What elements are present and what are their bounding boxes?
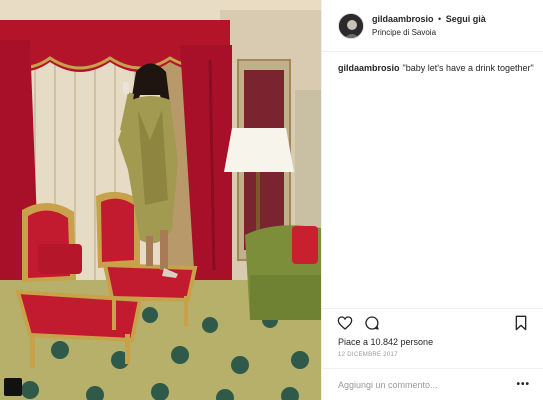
caption-username-link[interactable]: gildaambrosio bbox=[338, 63, 400, 73]
heart-icon[interactable] bbox=[337, 315, 353, 331]
comment-icon[interactable] bbox=[364, 315, 380, 331]
post-side-panel: gildaambrosio • Segui già Principe di Sa… bbox=[321, 0, 543, 400]
more-options-icon[interactable]: ••• bbox=[516, 379, 530, 390]
separator-dot: • bbox=[438, 14, 442, 24]
caption-text: "baby let's have a drink together" bbox=[402, 63, 534, 73]
post-photo[interactable] bbox=[0, 0, 321, 400]
comment-input[interactable] bbox=[338, 378, 508, 392]
likes-count[interactable]: Piace a 10.842 persone bbox=[338, 337, 433, 347]
post-date: 12 DICEMBRE 2017 bbox=[338, 352, 398, 358]
header-line: gildaambrosio • Segui già bbox=[372, 14, 486, 24]
avatar[interactable] bbox=[338, 13, 364, 39]
location-link[interactable]: Principe di Savoia bbox=[372, 28, 436, 37]
username-link[interactable]: gildaambrosio bbox=[372, 14, 434, 24]
action-bar bbox=[322, 308, 543, 334]
comment-bar: ••• bbox=[322, 368, 543, 400]
bookmark-icon[interactable] bbox=[513, 315, 529, 331]
post-caption: gildaambrosio "baby let's have a drink to… bbox=[338, 62, 534, 74]
photo-illustration bbox=[0, 0, 321, 400]
avatar-icon bbox=[339, 14, 363, 38]
post-header: gildaambrosio • Segui già Principe di Sa… bbox=[322, 0, 543, 52]
following-button[interactable]: Segui già bbox=[446, 14, 486, 24]
corner-logo bbox=[4, 378, 22, 396]
